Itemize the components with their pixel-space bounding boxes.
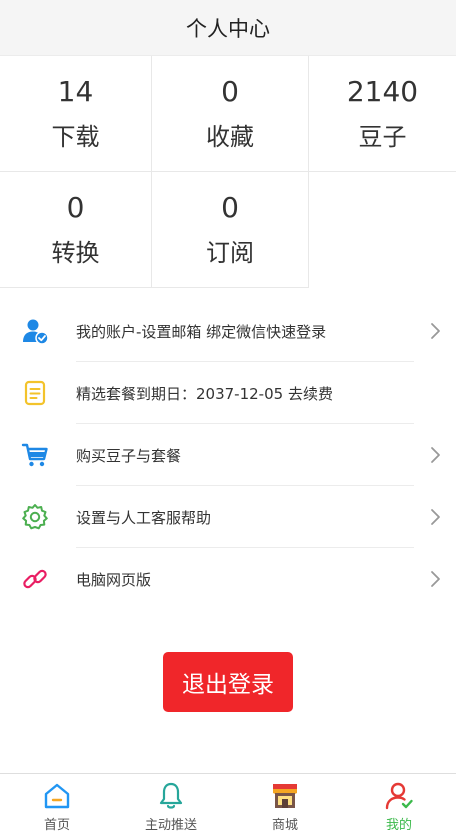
stat-value: 14 — [57, 75, 94, 109]
stat-label: 下载 — [51, 122, 100, 151]
tab-label: 商城 — [271, 818, 298, 833]
stat-empty-cell — [309, 172, 456, 288]
home-icon — [42, 780, 72, 812]
chevron-right-icon — [416, 322, 456, 340]
tab-shop[interactable]: 商城 — [228, 774, 342, 839]
stat-value: 0 — [221, 75, 239, 109]
menu-item-label: 设置与人工客服帮助 — [76, 508, 212, 527]
stat-favorites[interactable]: 0 收藏 — [152, 56, 309, 172]
tab-home[interactable]: 首页 — [0, 774, 114, 839]
menu-item-package[interactable]: 精选套餐到期日：2037-12-05 去续费 — [0, 362, 456, 424]
page-title: 个人中心 — [186, 16, 270, 41]
menu-item-label: 精选套餐到期日：2037-12-05 去续费 — [76, 384, 333, 403]
chevron-right-icon — [416, 446, 456, 464]
stat-beans[interactable]: 2140 豆子 — [309, 56, 456, 172]
stat-value: 0 — [66, 191, 85, 225]
logout-container: 退出登录 — [0, 652, 456, 712]
stat-downloads[interactable]: 14 下载 — [0, 56, 152, 172]
menu-list: 我的账户-设置邮箱 绑定微信快速登录 精选套餐到期日：2037-12-05 去续… — [0, 300, 456, 610]
document-icon — [0, 379, 76, 407]
gear-icon — [0, 503, 76, 531]
bottom-tab-bar: 首页 主动推送 商城 我的 — [0, 773, 456, 839]
profile-icon — [384, 780, 414, 812]
link-icon — [0, 565, 76, 593]
stat-label: 转换 — [51, 238, 100, 267]
menu-item-account[interactable]: 我的账户-设置邮箱 绑定微信快速登录 — [0, 300, 456, 362]
tab-label: 首页 — [43, 818, 70, 833]
menu-item-label: 我的账户-设置邮箱 绑定微信快速登录 — [76, 322, 327, 341]
menu-item-desktop[interactable]: 电脑网页版 — [0, 548, 456, 610]
stat-value: 2140 — [346, 75, 419, 109]
chevron-right-icon — [416, 508, 456, 526]
tab-label: 我的 — [385, 818, 412, 833]
stat-label: 豆子 — [358, 122, 407, 151]
menu-item-label: 购买豆子与套餐 — [76, 446, 182, 465]
user-check-icon — [0, 317, 76, 345]
stat-label: 订阅 — [206, 238, 254, 267]
stats-grid: 14 下载 0 收藏 2140 豆子 0 转换 0 订阅 — [0, 56, 456, 288]
stat-label: 收藏 — [206, 122, 254, 151]
tab-mine[interactable]: 我的 — [342, 774, 456, 839]
stat-value: 0 — [221, 191, 239, 225]
menu-item-buy[interactable]: 购买豆子与套餐 — [0, 424, 456, 486]
cart-icon — [0, 441, 76, 469]
logout-button[interactable]: 退出登录 — [163, 652, 293, 712]
tab-push[interactable]: 主动推送 — [114, 774, 228, 839]
chevron-right-icon — [416, 570, 456, 588]
tab-label: 主动推送 — [144, 818, 197, 833]
menu-item-label: 电脑网页版 — [76, 570, 152, 589]
menu-item-settings[interactable]: 设置与人工客服帮助 — [0, 486, 456, 548]
stat-subscriptions[interactable]: 0 订阅 — [152, 172, 309, 288]
bell-icon — [156, 780, 186, 812]
stat-conversions[interactable]: 0 转换 — [0, 172, 152, 288]
shop-icon — [270, 780, 300, 812]
top-bar: 个人中心 — [0, 0, 456, 56]
